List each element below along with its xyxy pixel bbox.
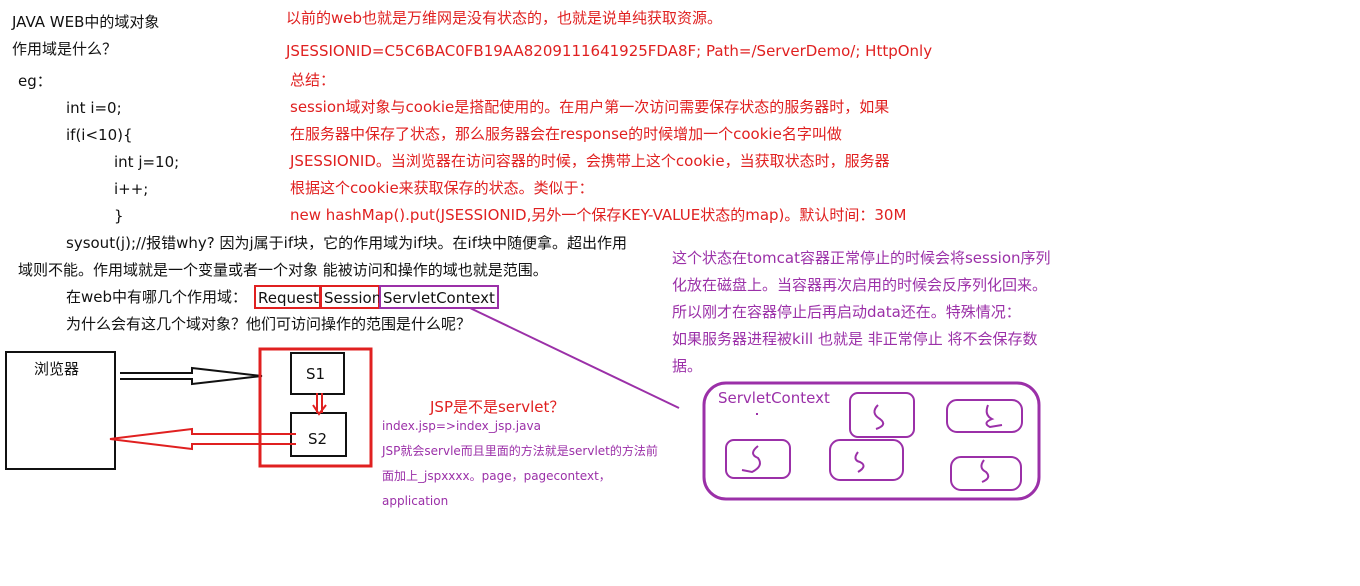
servletcontext-label: ServletContext [718,389,830,407]
s1-s2-arrow [312,393,327,416]
jsp-note-line: 面加上_jspxxxx。page，pagecontext， [382,469,611,483]
diagram-drawing [5,307,1041,501]
s2-label: S2 [308,430,328,448]
session-blobs [725,392,1023,491]
jsp-note-line: application [382,494,449,508]
jsp-note-line: index.jsp=>index_jsp.java [382,419,541,433]
servletcontext-connector [469,307,680,409]
s1-label: S1 [306,365,326,383]
jsp-note-line: JSP就会servle而且里面的方法就是servlet的方法前 [382,444,658,458]
request-arrow [120,366,263,386]
browser-label: 浏览器 [34,360,80,378]
response-arrow [109,427,296,451]
jsp-question: JSP是不是servlet？ [430,398,565,416]
